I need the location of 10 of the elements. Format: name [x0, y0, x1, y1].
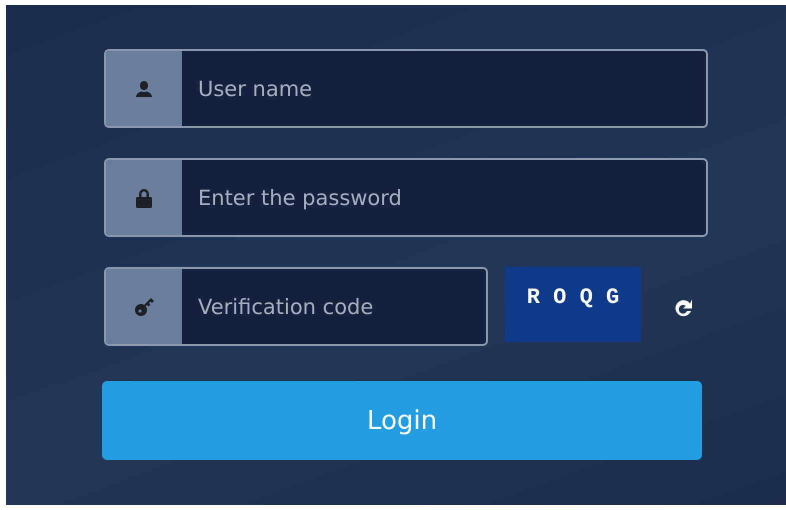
text-input[interactable]: Enter the password: [182, 160, 706, 235]
text-input[interactable]: Verification code: [182, 269, 486, 344]
input-field[interactable]: User name: [104, 49, 708, 128]
lock-icon: [134, 186, 154, 208]
captcha-image[interactable]: R O Q G: [505, 267, 641, 342]
text-input[interactable]: User name: [182, 51, 706, 126]
input-field[interactable]: Verification code: [104, 267, 488, 346]
user-icon: [134, 78, 154, 98]
input-field[interactable]: Enter the password: [104, 158, 708, 237]
key-icon: [133, 296, 155, 318]
